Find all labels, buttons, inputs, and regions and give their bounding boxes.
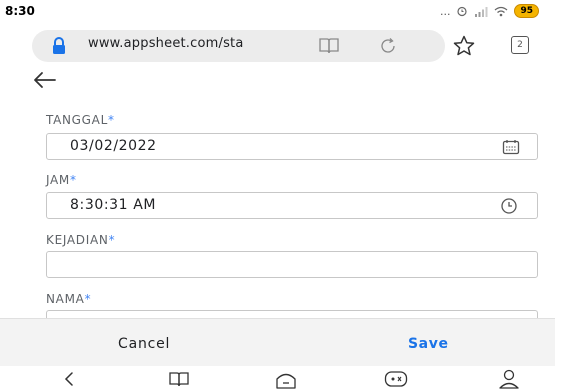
field-label-nama: NAMA*: [46, 292, 91, 306]
back-icon[interactable]: [62, 370, 76, 388]
bookmarks-icon[interactable]: [168, 371, 190, 387]
tabs-icon[interactable]: 2: [511, 36, 529, 54]
nama-label-text: NAMA: [46, 292, 85, 306]
field-label-tanggal: TANGGAL*: [46, 113, 115, 127]
field-label-kejadian: KEJADIAN*: [46, 233, 115, 247]
tab-count: 2: [517, 40, 523, 50]
home-icon[interactable]: [275, 370, 297, 390]
kejadian-label-text: KEJADIAN: [46, 233, 109, 247]
back-arrow-icon[interactable]: [33, 70, 57, 90]
profile-icon[interactable]: [498, 368, 520, 390]
tanggal-value: 03/02/2022: [70, 138, 157, 154]
jam-value: 8:30:31 AM: [70, 197, 157, 213]
jam-label-text: JAM: [46, 173, 70, 187]
signal-icon: [475, 6, 488, 17]
status-extras: ...: [439, 4, 451, 18]
url-text[interactable]: www.appsheet.com/sta: [88, 36, 244, 51]
calendar-icon[interactable]: [502, 139, 520, 155]
required-marker: *: [107, 113, 115, 127]
field-label-jam: JAM*: [46, 173, 77, 187]
action-bar: [0, 318, 565, 367]
save-button[interactable]: Save: [408, 336, 449, 352]
reader-mode-icon[interactable]: [318, 37, 340, 55]
battery-indicator: 95: [514, 4, 539, 18]
browser-nav-bar: [0, 366, 565, 392]
status-time: 8:30: [5, 4, 35, 18]
alarm-icon: [457, 6, 468, 17]
cancel-button[interactable]: Cancel: [118, 336, 170, 352]
required-marker: *: [108, 233, 116, 247]
tabs-switcher-icon[interactable]: [384, 370, 408, 388]
required-marker: *: [84, 292, 92, 306]
reload-icon[interactable]: [378, 36, 398, 56]
required-marker: *: [70, 173, 77, 187]
status-icons: ... 95: [440, 4, 539, 18]
lock-icon: [53, 37, 65, 54]
right-edge: [555, 0, 565, 392]
kejadian-input[interactable]: [46, 251, 538, 278]
wifi-icon: [495, 6, 508, 16]
status-bar: 8:30 ... 95: [0, 0, 565, 26]
bookmark-star-icon[interactable]: [452, 34, 476, 58]
clock-icon[interactable]: [500, 197, 518, 215]
tanggal-label-text: TANGGAL: [46, 113, 108, 127]
